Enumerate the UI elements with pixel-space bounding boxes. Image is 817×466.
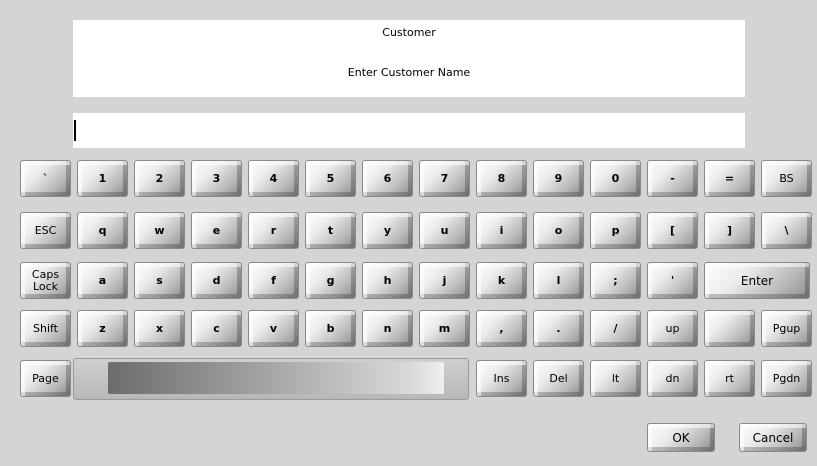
key-0[interactable]: 0 — [590, 160, 641, 197]
key-m[interactable]: m — [419, 310, 470, 347]
key-c[interactable]: c — [191, 310, 242, 347]
key-f[interactable]: f — [248, 262, 299, 299]
key-minus[interactable]: - — [647, 160, 698, 197]
key-pgup[interactable]: Pgup — [761, 310, 812, 347]
space-bar-face — [108, 362, 444, 394]
key-comma[interactable]: , — [476, 310, 527, 347]
key-r[interactable]: r — [248, 212, 299, 249]
key-w[interactable]: w — [134, 212, 185, 249]
key-a[interactable]: a — [77, 262, 128, 299]
key-bs[interactable]: BS — [761, 160, 812, 197]
key-y[interactable]: y — [362, 212, 413, 249]
key-s[interactable]: s — [134, 262, 185, 299]
customer-name-input[interactable] — [73, 113, 745, 148]
key-t[interactable]: t — [305, 212, 356, 249]
key-up[interactable]: up — [647, 310, 698, 347]
key-rt[interactable]: rt — [704, 360, 755, 397]
key-right-bracket[interactable]: ] — [704, 212, 755, 249]
key-page[interactable]: Page — [20, 360, 71, 397]
key-semicolon[interactable]: ; — [590, 262, 641, 299]
key-enter[interactable]: Enter — [704, 262, 810, 299]
key-del[interactable]: Del — [533, 360, 584, 397]
ok-button[interactable]: OK — [647, 423, 715, 452]
key-ins[interactable]: Ins — [476, 360, 527, 397]
key-8[interactable]: 8 — [476, 160, 527, 197]
key-backtick[interactable]: ` — [20, 160, 71, 197]
key-q[interactable]: q — [77, 212, 128, 249]
key-l[interactable]: l — [533, 262, 584, 299]
key-2[interactable]: 2 — [134, 160, 185, 197]
key-3[interactable]: 3 — [191, 160, 242, 197]
cancel-button[interactable]: Cancel — [739, 423, 807, 452]
key-quote[interactable]: ' — [647, 262, 698, 299]
key-x[interactable]: x — [134, 310, 185, 347]
key-p[interactable]: p — [590, 212, 641, 249]
key-k[interactable]: k — [476, 262, 527, 299]
key-z[interactable]: z — [77, 310, 128, 347]
key-backslash[interactable]: \ — [761, 212, 812, 249]
key-equals[interactable]: = — [704, 160, 755, 197]
key-j[interactable]: j — [419, 262, 470, 299]
key-g[interactable]: g — [305, 262, 356, 299]
prompt-text: Enter Customer Name — [347, 66, 471, 79]
text-caret — [74, 120, 76, 141]
key-i[interactable]: i — [476, 212, 527, 249]
key-n[interactable]: n — [362, 310, 413, 347]
key-blank[interactable] — [704, 310, 755, 347]
key-v[interactable]: v — [248, 310, 299, 347]
key-period[interactable]: . — [533, 310, 584, 347]
key-esc[interactable]: ESC — [20, 212, 71, 249]
prompt-title: Customer — [382, 26, 436, 39]
key-h[interactable]: h — [362, 262, 413, 299]
prompt-panel: Customer Enter Customer Name — [73, 20, 745, 97]
key-9[interactable]: 9 — [533, 160, 584, 197]
key-lt[interactable]: lt — [590, 360, 641, 397]
key-caps-lock[interactable]: Caps Lock — [20, 262, 71, 299]
key-u[interactable]: u — [419, 212, 470, 249]
key-shift[interactable]: Shift — [20, 310, 71, 347]
space-bar[interactable] — [73, 358, 469, 400]
key-o[interactable]: o — [533, 212, 584, 249]
key-e[interactable]: e — [191, 212, 242, 249]
key-5[interactable]: 5 — [305, 160, 356, 197]
key-7[interactable]: 7 — [419, 160, 470, 197]
key-pgdn[interactable]: Pgdn — [761, 360, 812, 397]
key-b[interactable]: b — [305, 310, 356, 347]
key-4[interactable]: 4 — [248, 160, 299, 197]
key-left-bracket[interactable]: [ — [647, 212, 698, 249]
key-slash[interactable]: / — [590, 310, 641, 347]
key-6[interactable]: 6 — [362, 160, 413, 197]
key-dn[interactable]: dn — [647, 360, 698, 397]
key-d[interactable]: d — [191, 262, 242, 299]
key-1[interactable]: 1 — [77, 160, 128, 197]
